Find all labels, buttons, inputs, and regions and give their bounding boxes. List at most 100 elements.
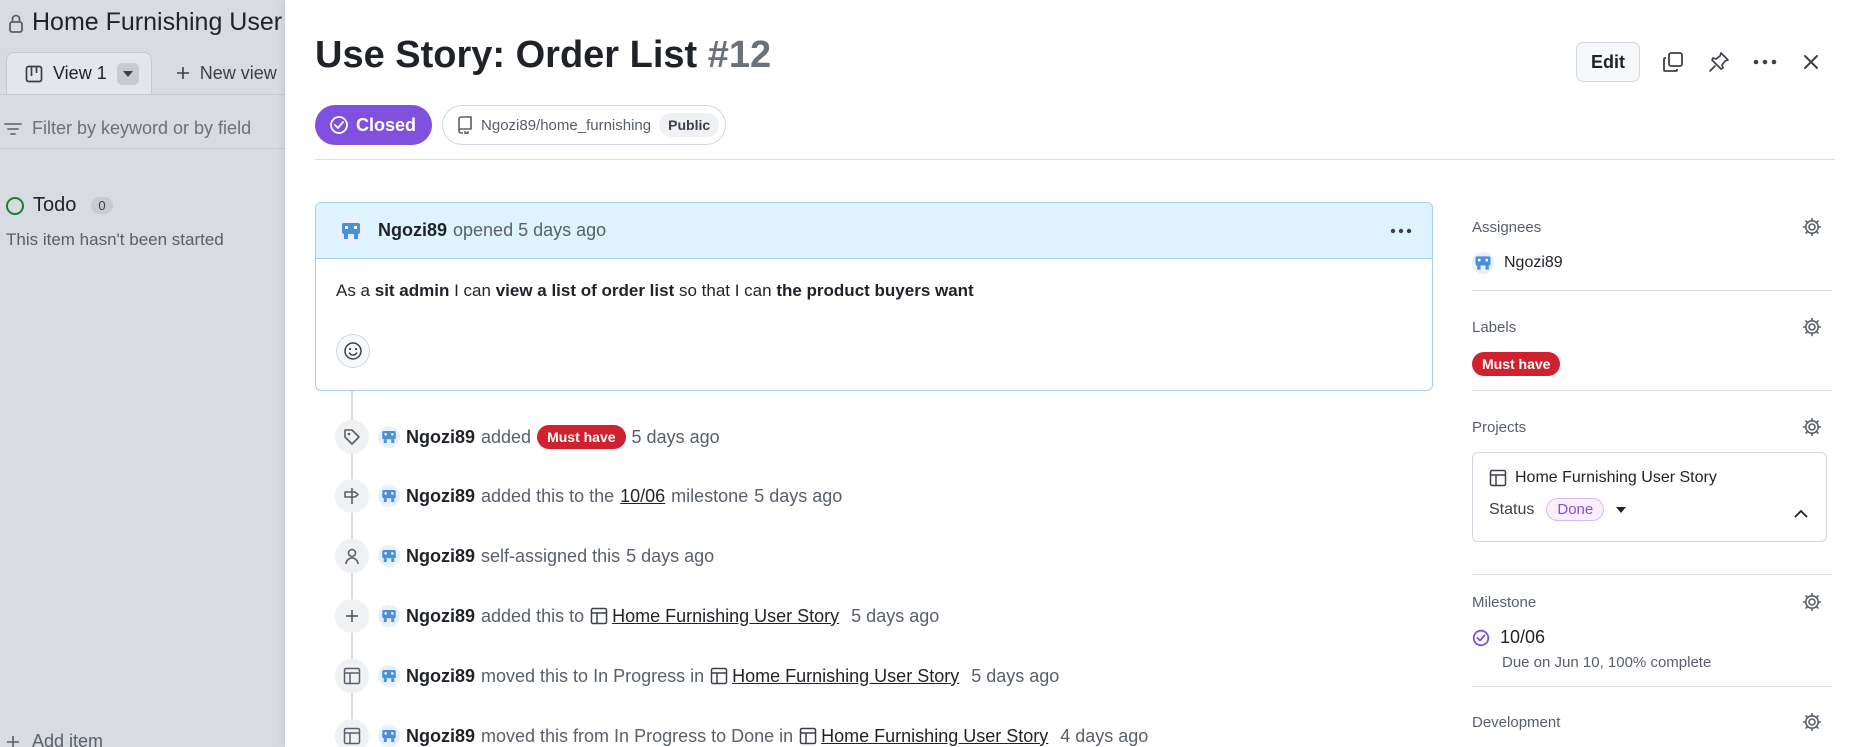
event-text: added this to bbox=[481, 605, 585, 626]
close-icon[interactable] bbox=[1798, 49, 1824, 75]
event-user[interactable]: Ngozi89 bbox=[406, 486, 475, 507]
milestone-due: Due on Jun 10, 100% complete bbox=[1502, 654, 1712, 671]
table-icon bbox=[1489, 469, 1507, 487]
plus-icon bbox=[6, 735, 20, 747]
event-text: added this to the bbox=[481, 485, 615, 506]
gear-icon[interactable] bbox=[1802, 712, 1822, 732]
timeline-event: Ngozi89 added this to Home Furnishing Us… bbox=[335, 599, 945, 633]
milestone-item[interactable]: 10/06 bbox=[1472, 627, 1832, 648]
edit-button[interactable]: Edit bbox=[1576, 42, 1640, 82]
copy-icon[interactable] bbox=[1660, 49, 1686, 75]
issue-comment: Ngozi89 opened 5 days ago As a sit admin… bbox=[315, 202, 1433, 391]
body-bold: the product buyers want bbox=[776, 281, 974, 300]
event-time: 5 days ago bbox=[626, 545, 715, 566]
chevron-up-icon[interactable] bbox=[1794, 509, 1808, 518]
body-text: so that I can bbox=[674, 281, 777, 300]
development-section: Development bbox=[1472, 711, 1832, 733]
status-label: Closed bbox=[356, 114, 417, 135]
avatar[interactable] bbox=[378, 605, 400, 627]
issue-title-text: Use Story: Order List bbox=[315, 34, 698, 76]
development-heading: Development bbox=[1472, 713, 1561, 731]
tab-view-1[interactable]: View 1 bbox=[6, 52, 152, 94]
avatar[interactable] bbox=[378, 665, 400, 687]
comment-header: Ngozi89 opened 5 days ago bbox=[316, 203, 1432, 259]
event-time: 5 days ago bbox=[631, 426, 720, 447]
issue-state-row: Closed Ngozi89/home_furnishing Public bbox=[315, 105, 727, 145]
event-time: 4 days ago bbox=[1060, 725, 1149, 746]
avatar[interactable] bbox=[336, 215, 366, 246]
labels-section: Labels Must have bbox=[1472, 316, 1832, 376]
assignees-heading: Assignees bbox=[1472, 218, 1542, 236]
project-card: Home Furnishing User Story Status Done bbox=[1472, 452, 1827, 542]
milestone-section: Milestone 10/06 Due on Jun 10, 100% comp… bbox=[1472, 591, 1832, 671]
column-description: This item hasn't been started bbox=[6, 230, 224, 249]
label-badge[interactable]: Must have bbox=[537, 425, 626, 449]
lock-icon bbox=[8, 13, 24, 33]
repository-link[interactable]: Ngozi89/home_furnishing Public bbox=[442, 105, 727, 145]
event-text: self-assigned this bbox=[481, 545, 621, 566]
column-name: Todo bbox=[33, 194, 77, 216]
repo-icon bbox=[457, 116, 473, 134]
event-text: added bbox=[481, 426, 532, 447]
comment-timestamp: opened 5 days ago bbox=[453, 220, 607, 240]
todo-status-icon bbox=[6, 196, 24, 215]
milestone-link[interactable]: 10/06 bbox=[620, 486, 665, 507]
board-view-icon bbox=[25, 65, 43, 83]
add-reaction-button[interactable] bbox=[336, 334, 370, 368]
event-user[interactable]: Ngozi89 bbox=[406, 726, 475, 747]
divider bbox=[1472, 390, 1832, 391]
plus-icon bbox=[176, 66, 190, 80]
assignee-item[interactable]: Ngozi89 bbox=[1472, 252, 1832, 274]
tab-menu-button[interactable] bbox=[116, 62, 139, 85]
milestone-icon bbox=[335, 479, 369, 513]
avatar[interactable] bbox=[378, 426, 400, 448]
project-status-row: Status Done bbox=[1489, 498, 1810, 521]
gear-icon[interactable] bbox=[1802, 317, 1822, 337]
event-user[interactable]: Ngozi89 bbox=[406, 427, 475, 448]
project-title: Home Furnishing User Story bbox=[8, 8, 285, 37]
kebab-menu-icon[interactable] bbox=[1752, 49, 1778, 75]
header-actions: Edit bbox=[1576, 42, 1824, 82]
status-value[interactable]: Done bbox=[1546, 498, 1605, 521]
kebab-menu-icon[interactable] bbox=[1390, 228, 1412, 234]
project-title-text: Home Furnishing User Story bbox=[32, 8, 285, 36]
status-badge: Closed bbox=[315, 105, 433, 145]
project-link[interactable]: Home Furnishing User Story bbox=[590, 606, 845, 627]
timeline-event: Ngozi89 moved this from In Progress to D… bbox=[335, 719, 1154, 747]
divider bbox=[1472, 290, 1832, 291]
event-user[interactable]: Ngozi89 bbox=[406, 606, 475, 627]
avatar[interactable] bbox=[378, 485, 400, 507]
filter-input[interactable]: Filter by keyword or by field bbox=[4, 118, 251, 139]
event-user[interactable]: Ngozi89 bbox=[406, 546, 475, 567]
view-tabs: View 1 New view bbox=[6, 52, 277, 94]
milestone-heading: Milestone bbox=[1472, 593, 1537, 611]
issue-number: #12 bbox=[707, 34, 772, 76]
project-link[interactable]: Home Furnishing User Story bbox=[799, 726, 1054, 747]
gear-icon[interactable] bbox=[1802, 417, 1822, 437]
project-board-background: Home Furnishing User Story View 1 New vi… bbox=[0, 0, 285, 747]
pin-icon[interactable] bbox=[1706, 49, 1732, 75]
check-circle-icon bbox=[329, 115, 349, 135]
project-link-label: Home Furnishing User Story bbox=[821, 725, 1049, 746]
add-item-label: Add item bbox=[32, 731, 104, 747]
column-count: 0 bbox=[91, 197, 113, 214]
gear-icon[interactable] bbox=[1802, 592, 1822, 612]
divider bbox=[0, 148, 285, 149]
assignees-section: Assignees Ngozi89 bbox=[1472, 216, 1832, 274]
gear-icon[interactable] bbox=[1802, 217, 1822, 237]
column-header-todo: Todo 0 bbox=[6, 194, 113, 217]
avatar[interactable] bbox=[378, 545, 400, 567]
new-view-button[interactable]: New view bbox=[176, 63, 277, 84]
filter-placeholder: Filter by keyword or by field bbox=[32, 118, 252, 138]
filter-icon bbox=[4, 122, 22, 136]
avatar[interactable] bbox=[378, 725, 400, 747]
caret-down-icon[interactable] bbox=[1616, 506, 1627, 513]
event-text: milestone bbox=[671, 485, 749, 506]
event-user[interactable]: Ngozi89 bbox=[406, 666, 475, 687]
add-item-button[interactable]: Add item bbox=[6, 731, 103, 747]
comment-author[interactable]: Ngozi89 bbox=[378, 220, 447, 241]
project-card-title[interactable]: Home Furnishing User Story bbox=[1489, 469, 1810, 487]
project-link[interactable]: Home Furnishing User Story bbox=[710, 666, 965, 687]
issue-panel: Use Story: Order List #12 Edit Closed Ng… bbox=[285, 0, 1869, 747]
label-badge[interactable]: Must have bbox=[1472, 352, 1561, 376]
